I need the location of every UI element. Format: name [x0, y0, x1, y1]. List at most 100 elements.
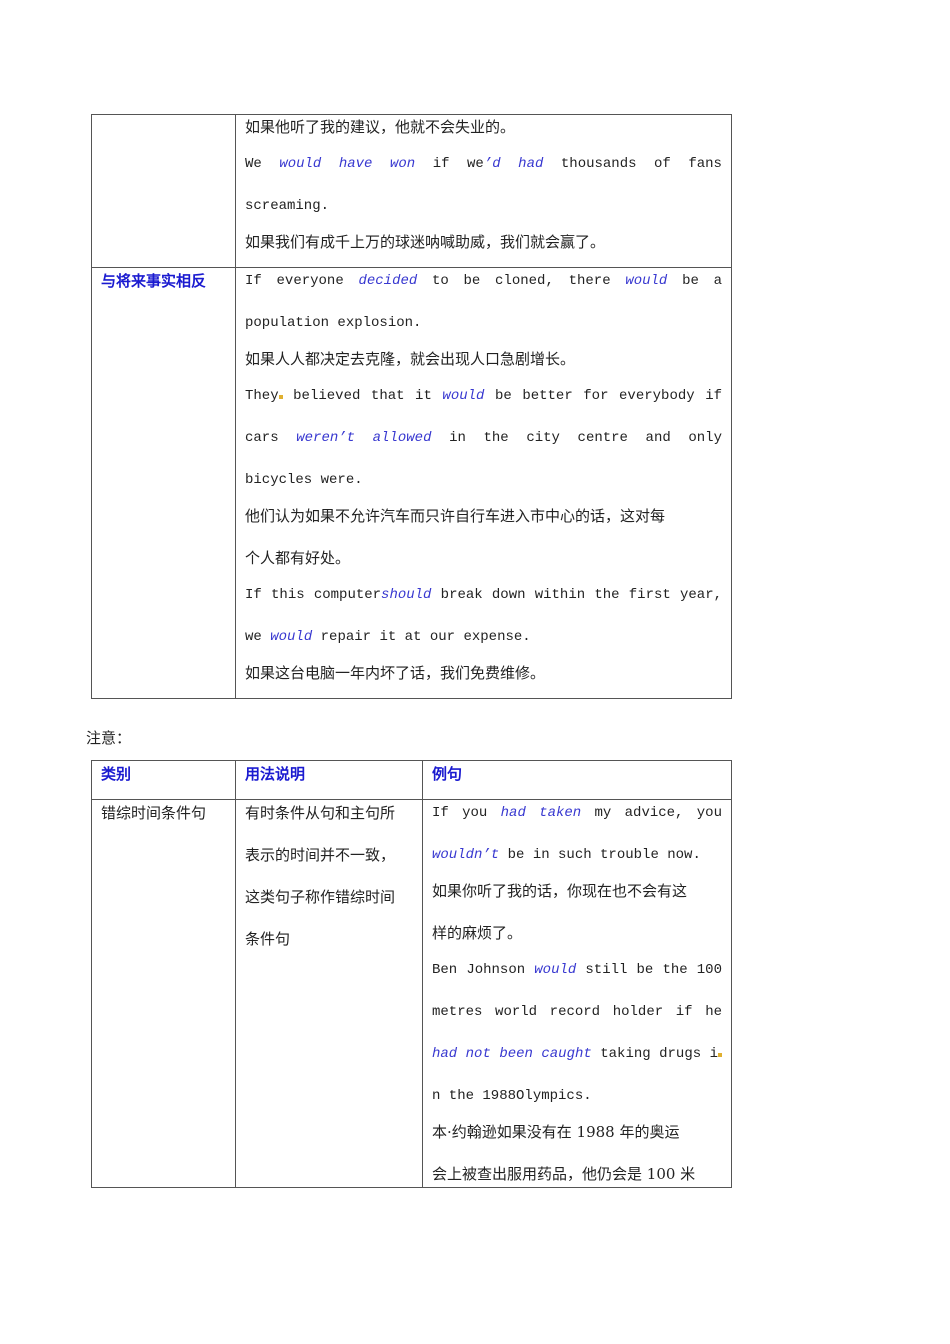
text-line: metres world record holder if he: [432, 1002, 722, 1022]
text-line: 个人都有好处。: [245, 548, 722, 568]
text-segment: 条件句: [245, 930, 291, 948]
table1-border-top: [91, 114, 732, 115]
text-line: 如果我们有成千上万的球迷呐喊助威，我们就会赢了。: [245, 232, 722, 252]
highlighted-verb: would: [625, 273, 668, 289]
text-line: 如果你听了我的话，你现在也不会有这: [432, 881, 722, 901]
text-line: We would have won if we’d had thousands …: [245, 154, 722, 174]
highlighted-verb: weren’t allowed: [296, 430, 432, 446]
text-segment: be better for everybody if: [484, 388, 722, 404]
table1-border-bottom: [91, 698, 732, 699]
text-line: 表示的时间并不一致，: [245, 845, 415, 865]
text-segment: If you: [432, 805, 501, 821]
text-segment: in the city centre and only: [431, 430, 722, 446]
text-segment: taking drugs i: [591, 1046, 718, 1062]
note-label: 注意：: [86, 729, 132, 747]
text-line: 如果他听了我的建议，他就不会失业的。: [245, 117, 722, 137]
text-segment: cars: [245, 430, 297, 446]
text-segment: my advice, you: [581, 805, 722, 821]
text-line: population explosion.: [245, 313, 722, 333]
text-line: cars weren’t allowed in the city centre …: [245, 428, 722, 448]
text-line: 条件句: [245, 929, 415, 949]
edit-mark-icon: [717, 1053, 722, 1057]
table2-border-left: [91, 760, 92, 1188]
highlighted-verb: would: [270, 629, 313, 645]
highlighted-verb: should: [381, 587, 432, 603]
header-usage: 用法说明: [245, 765, 306, 783]
text-segment: They: [245, 388, 279, 404]
text-line: If this computershould break down within…: [245, 585, 722, 605]
highlighted-verb: wouldn’t: [432, 847, 500, 863]
text-segment: to be cloned, there: [417, 273, 626, 289]
highlighted-verb: decided: [358, 273, 418, 289]
table1-border-right: [731, 114, 732, 699]
text-segment: n the 1988Olympics.: [432, 1088, 592, 1104]
table2-border-bottom: [91, 1187, 732, 1188]
text-line: 如果这台电脑一年内坏了话，我们免费维修。: [245, 663, 722, 683]
text-line: They believed that it would be better fo…: [245, 386, 722, 406]
text-segment: 错综时间条件句: [101, 804, 207, 822]
text-line: If you had taken my advice, you: [432, 803, 722, 823]
text-line: bicycles were.: [245, 470, 722, 490]
text-segment: 样的麻烦了。: [432, 924, 523, 942]
text-segment: population explosion.: [245, 315, 422, 331]
text-line: 有时条件从句和主句所: [245, 803, 415, 823]
text-line: 本·约翰逊如果没有在 1988 年的奥运: [432, 1122, 722, 1142]
highlighted-verb: ’d had: [483, 156, 544, 172]
text-line: 他们认为如果不允许汽车而只许自行车进入市中心的话，这对每: [245, 506, 722, 526]
table2-border-right: [731, 760, 732, 1188]
text-segment: repair it at our expense.: [312, 629, 531, 645]
text-line: screaming.: [245, 196, 722, 216]
text-line: wouldn’t be in such trouble now.: [432, 845, 722, 865]
text-segment: 个人都有好处。: [245, 549, 351, 567]
text-segment: believed that it: [282, 388, 443, 404]
text-line: 这类句子称作错综时间: [245, 887, 415, 907]
text-segment: bicycles were.: [245, 472, 363, 488]
text-line: Ben Johnson would still be the 100: [432, 960, 722, 980]
text-segment: 有时条件从句和主句所: [245, 804, 396, 822]
text-segment: 会上被查出服用药品，他仍会是 100 米: [432, 1165, 696, 1183]
table2-col-divider-2: [422, 760, 423, 1188]
text-segment: thousands of fans: [543, 156, 722, 172]
text-line: 样的麻烦了。: [432, 923, 722, 943]
text-segment: 如果这台电脑一年内坏了话，我们免费维修。: [245, 664, 546, 682]
highlighted-verb: had taken: [500, 805, 582, 821]
highlighted-verb: would: [534, 962, 577, 978]
text-segment: break down within the first year,: [431, 587, 722, 603]
text-segment: if we: [415, 156, 484, 172]
text-segment: 本·约翰逊如果没有在 1988 年的奥运: [432, 1123, 680, 1141]
table2-border-top: [91, 760, 732, 761]
text-segment: Ben Johnson: [432, 962, 535, 978]
text-line: had not been caught taking drugs i: [432, 1044, 722, 1064]
highlighted-verb: would have won: [279, 156, 416, 172]
header-example: 例句: [432, 765, 463, 783]
text-line: n the 1988Olympics.: [432, 1086, 722, 1106]
text-line: 会上被查出服用药品，他仍会是 100 米: [432, 1164, 722, 1184]
text-segment: If everyone: [245, 273, 359, 289]
text-line: 错综时间条件句: [101, 803, 226, 823]
table1-col-divider: [235, 114, 236, 699]
header-category: 类别: [101, 765, 132, 783]
text-segment: 这类句子称作错综时间: [245, 888, 396, 906]
text-line: we would repair it at our expense.: [245, 627, 722, 647]
text-segment: 如果你听了我的话，你现在也不会有这: [432, 882, 688, 900]
text-line: 如果人人都决定去克隆，就会出现人口急剧增长。: [245, 349, 722, 369]
document-page: 与将来事实相反 注意： 类别 用法说明 例句 如果他听了我的建议，他就不会失业的…: [0, 0, 950, 1344]
text-segment: we: [245, 629, 271, 645]
text-segment: 他们认为如果不允许汽车而只许自行车进入市中心的话，这对每: [245, 507, 666, 525]
text-line: If everyone decided to be cloned, there …: [245, 271, 722, 291]
text-segment: screaming.: [245, 198, 330, 214]
text-segment: 如果我们有成千上万的球迷呐喊助威，我们就会赢了。: [245, 233, 606, 251]
highlighted-verb: would: [442, 388, 485, 404]
text-segment: If this computer: [245, 587, 382, 603]
highlighted-verb: had not been caught: [432, 1046, 592, 1062]
text-segment: metres world record holder if he: [432, 1004, 722, 1020]
text-segment: We: [245, 156, 280, 172]
text-segment: be a: [667, 273, 722, 289]
text-segment: still be the 100: [576, 962, 722, 978]
text-segment: 如果他听了我的建议，他就不会失业的。: [245, 118, 516, 136]
table2-col-divider-1: [235, 760, 236, 1188]
text-segment: 表示的时间并不一致，: [245, 846, 396, 864]
text-segment: be in such trouble now.: [499, 847, 701, 863]
row-category-future: 与将来事实相反: [101, 272, 207, 290]
table1-border-left: [91, 114, 92, 699]
